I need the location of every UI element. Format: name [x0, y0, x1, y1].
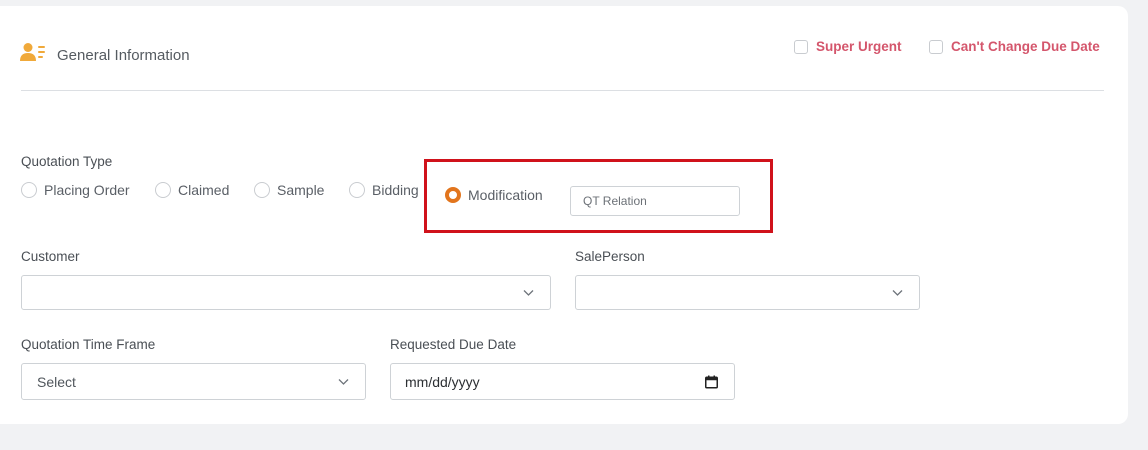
radio-sample[interactable]: Sample — [254, 182, 324, 198]
super-urgent-label: Super Urgent — [816, 39, 902, 54]
saleperson-label: SalePerson — [575, 249, 645, 264]
calendar-icon[interactable] — [705, 375, 718, 388]
radio-circle[interactable] — [349, 182, 365, 198]
time-frame-select[interactable]: Select — [21, 363, 366, 400]
radio-claimed[interactable]: Claimed — [155, 182, 229, 198]
radio-circle[interactable] — [155, 182, 171, 198]
user-list-icon — [20, 43, 45, 61]
customer-label: Customer — [21, 249, 80, 264]
section-title: General Information — [57, 47, 190, 64]
chevron-down-icon — [338, 378, 349, 385]
radio-label: Claimed — [178, 182, 230, 198]
cant-change-due-date-label: Can't Change Due Date — [951, 39, 1100, 54]
due-date-input[interactable]: mm/dd/yyyy — [390, 363, 735, 400]
select-value: Select — [37, 373, 76, 390]
time-frame-label: Quotation Time Frame — [21, 337, 156, 352]
general-information-card: General Information Super Urgent Can't C… — [0, 6, 1128, 424]
checkbox-box[interactable] — [929, 39, 943, 54]
due-date-label: Requested Due Date — [390, 337, 517, 352]
radio-circle[interactable] — [21, 182, 37, 198]
super-urgent-checkbox[interactable]: Super Urgent — [794, 39, 902, 54]
chevron-down-icon — [523, 289, 534, 296]
chevron-down-icon — [892, 289, 903, 296]
radio-placing-order[interactable]: Placing Order — [21, 182, 130, 198]
customer-select[interactable] — [21, 275, 551, 310]
radio-label: Sample — [277, 182, 325, 198]
radio-label: Placing Order — [44, 182, 130, 198]
checkbox-box[interactable] — [794, 39, 808, 54]
radio-label: Bidding — [372, 182, 419, 198]
highlight-box — [424, 159, 773, 233]
quotation-type-label: Quotation Type — [21, 154, 113, 169]
cant-change-due-date-checkbox[interactable]: Can't Change Due Date — [929, 39, 1100, 54]
saleperson-select[interactable] — [575, 275, 920, 310]
header-divider — [21, 90, 1104, 91]
radio-circle[interactable] — [254, 182, 270, 198]
date-value: mm/dd/yyyy — [405, 373, 480, 390]
radio-bidding[interactable]: Bidding — [349, 182, 419, 198]
